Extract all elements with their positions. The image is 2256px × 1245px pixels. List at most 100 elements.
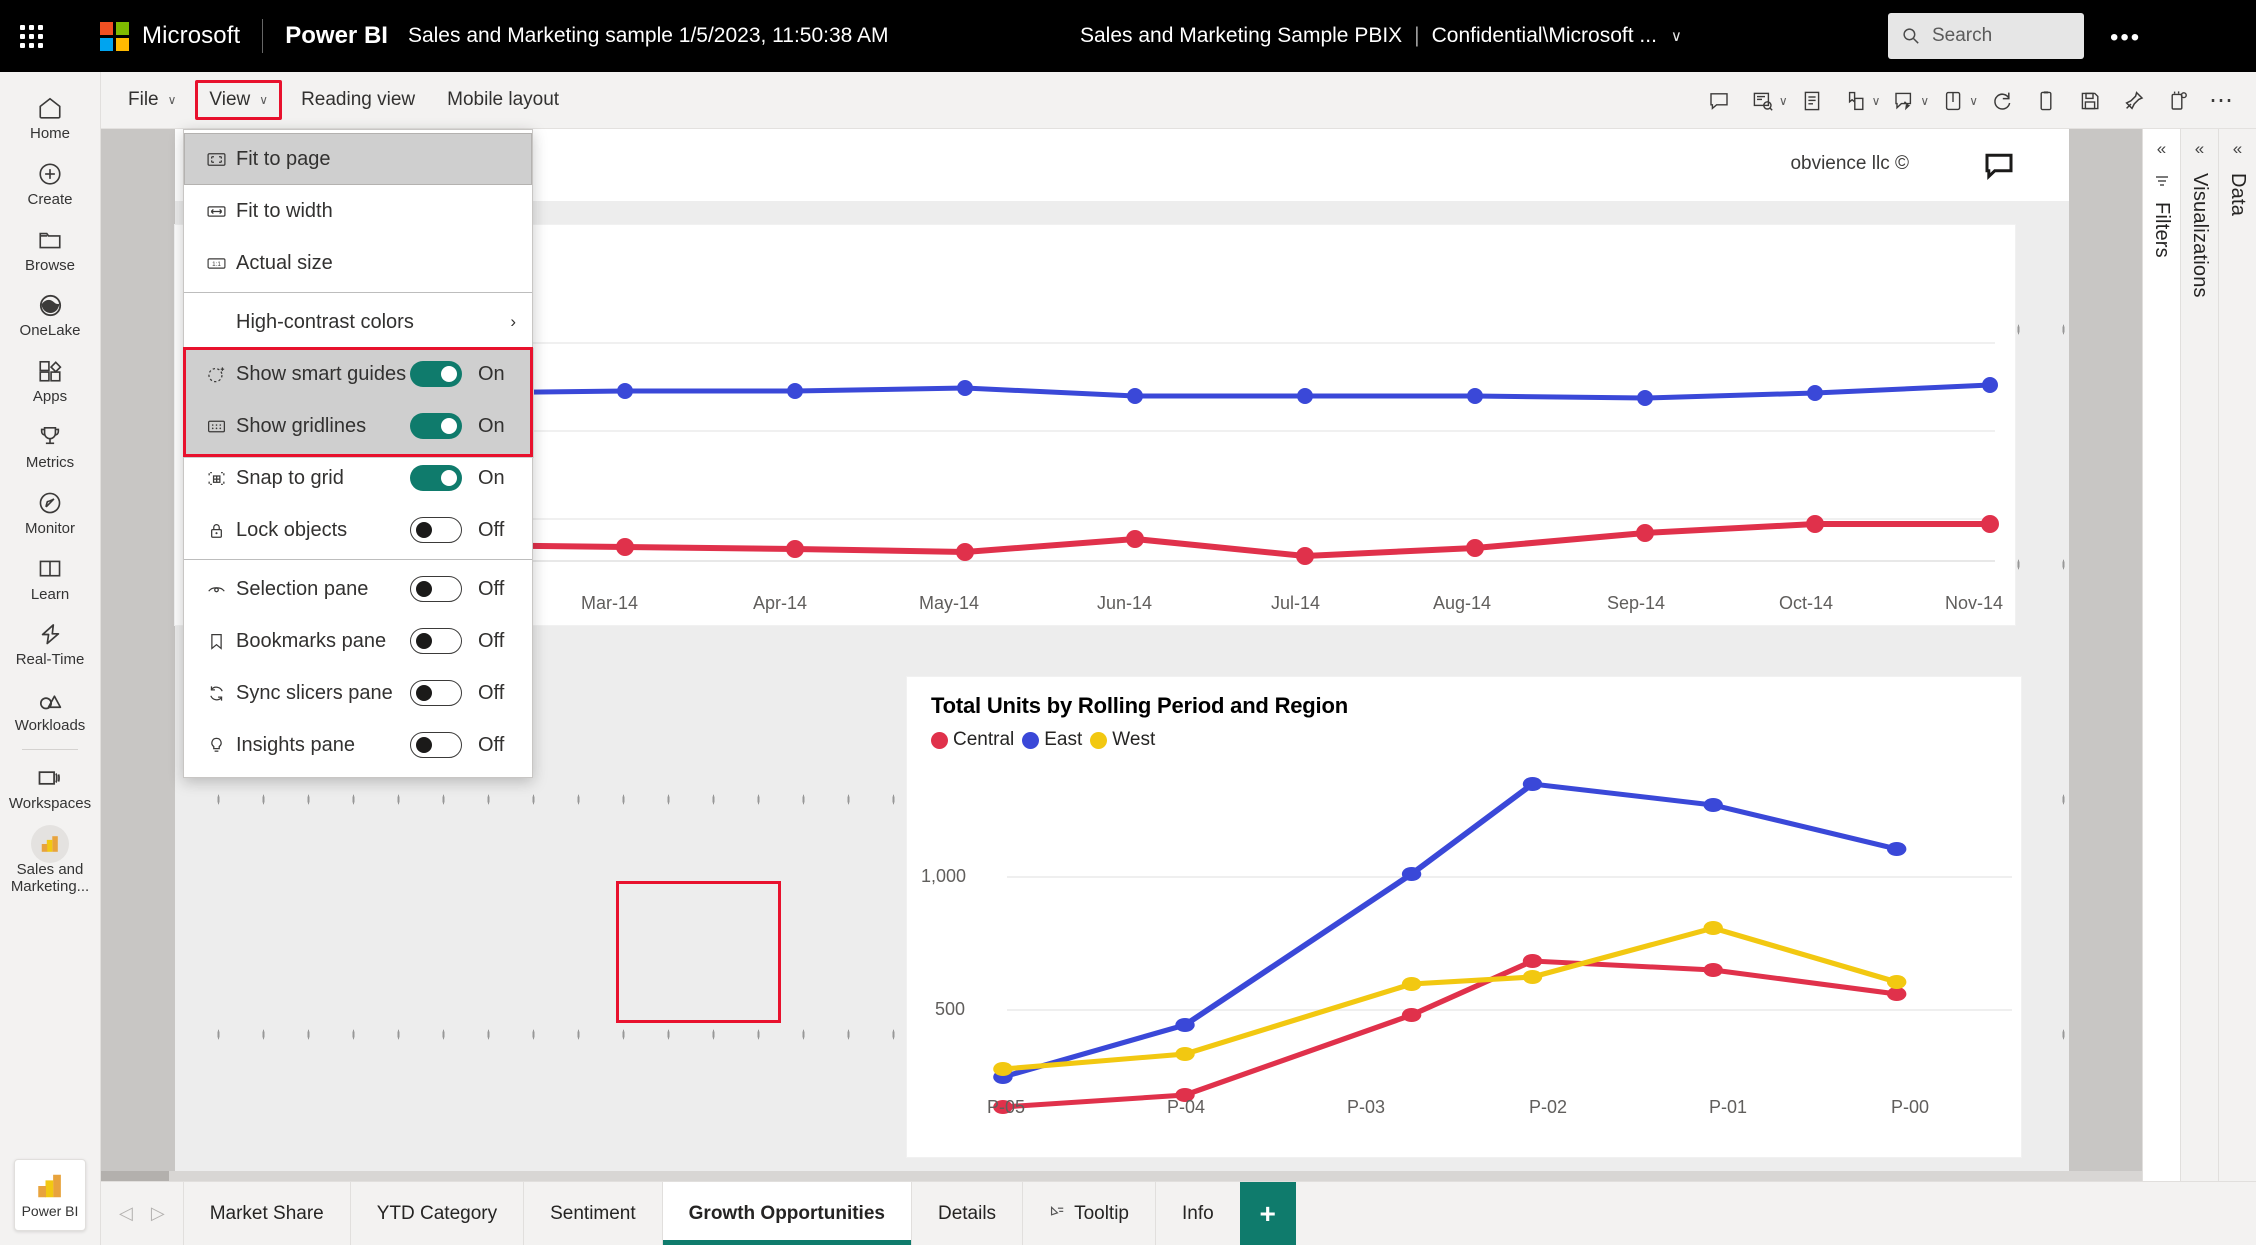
sidebar-item-sales-and-marketing[interactable]: Sales and Marketing... — [0, 820, 101, 903]
microsoft-logo[interactable]: Microsoft — [100, 21, 240, 51]
sidebar-label: Workspaces — [8, 794, 92, 812]
tab-details[interactable]: Details — [910, 1182, 1023, 1245]
filters-pane-collapsed[interactable]: « Filters — [2142, 129, 2180, 1181]
report-identity[interactable]: Sales and Marketing Sample PBIX | Confid… — [1080, 0, 1682, 72]
scrollbar-thumb[interactable] — [101, 1171, 169, 1181]
report-credit: obvience llc © — [1790, 153, 1909, 174]
x-axis-tick: Aug-14 — [1433, 593, 1492, 613]
sidebar-item-workloads[interactable]: Workloads — [0, 676, 101, 742]
sidebar-item-workspaces[interactable]: Workspaces — [0, 754, 101, 820]
tab-info[interactable]: Info — [1154, 1182, 1240, 1245]
tab-market-share[interactable]: Market Share — [182, 1182, 350, 1245]
toggle-sync-slicers-pane[interactable] — [410, 680, 462, 706]
menu-item-fit-to-width[interactable]: Fit to width — [184, 185, 532, 237]
chevron-down-icon[interactable]: ∨ — [1779, 94, 1788, 108]
teams-icon[interactable] — [2156, 79, 2200, 123]
workloads-icon — [37, 685, 64, 715]
reading-view-button[interactable]: Reading view — [288, 80, 428, 120]
workspaces-icon — [36, 763, 64, 793]
menu-item-lock-objects[interactable]: Lock objects Off — [184, 504, 532, 556]
sidebar-label: Metrics — [25, 453, 75, 471]
next-page-icon[interactable]: ▷ — [151, 1203, 165, 1224]
tab-sentiment[interactable]: Sentiment — [523, 1182, 662, 1245]
save-icon[interactable] — [2068, 79, 2112, 123]
add-page-button[interactable]: + — [1239, 1182, 1296, 1245]
powerbi-pinned-button[interactable]: Power BI — [14, 1159, 86, 1231]
folder-icon — [37, 225, 63, 255]
menu-item-snap-to-grid[interactable]: Snap to grid On — [184, 452, 532, 504]
menu-item-selection-pane[interactable]: Selection pane Off — [184, 563, 532, 615]
menu-item-actual-size[interactable]: 1:1 Actual size — [184, 237, 532, 289]
text-box-icon[interactable] — [1790, 79, 1834, 123]
ribbon-more-icon[interactable]: ⋯ — [2200, 79, 2244, 123]
book-icon — [37, 554, 63, 584]
tab-growth-opportunities[interactable]: Growth Opportunities — [661, 1182, 912, 1245]
topbar-more-icon[interactable]: ••• — [2110, 24, 2141, 52]
sidebar-label: Create — [27, 190, 73, 208]
toggle-selection-pane[interactable] — [410, 576, 462, 602]
menu-separator — [184, 292, 532, 293]
canvas-horizontal-scrollbar[interactable] — [101, 1171, 2142, 1181]
toggle-lock-objects[interactable] — [410, 517, 462, 543]
sidebar-item-real-time[interactable]: Real-Time — [0, 610, 101, 676]
menu-item-fit-to-page[interactable]: Fit to page — [184, 133, 532, 185]
sidebar-label: Learn — [30, 585, 70, 603]
bottom-line-chart — [993, 777, 2012, 1114]
prev-page-icon[interactable]: ◁ — [119, 1203, 133, 1224]
chevron-down-icon[interactable]: ∨ — [1671, 27, 1682, 45]
chevron-double-left-icon[interactable]: « — [2195, 139, 2204, 159]
tab-label: Info — [1181, 1202, 1214, 1224]
sidebar-item-learn[interactable]: Learn — [0, 545, 101, 611]
search-input[interactable]: Search — [1888, 13, 2084, 59]
menu-item-sync-slicers-pane[interactable]: Sync slicers pane Off — [184, 667, 532, 719]
menu-item-label: Insights pane — [236, 733, 355, 756]
x-axis-tick: P-00 — [1891, 1097, 1930, 1117]
menu-item-label: Snap to grid — [236, 466, 344, 489]
x-axis-tick: Apr-14 — [753, 593, 808, 613]
toggle-insights-pane[interactable] — [410, 732, 462, 758]
sidebar-item-create[interactable]: Create — [0, 150, 101, 216]
powerbi-pinned-label: Power BI — [21, 1203, 79, 1219]
sidebar-item-apps[interactable]: Apps — [0, 347, 101, 413]
report-comment-button[interactable] — [1957, 138, 2041, 193]
menu-item-high-contrast-colors[interactable]: High-contrast colors › — [184, 296, 532, 348]
app-launcher-icon[interactable] — [0, 24, 62, 48]
sidebar-item-home[interactable]: Home — [0, 84, 101, 150]
visual-tile-bottom-chart[interactable]: Total Units by Rolling Period and Region… — [907, 677, 2021, 1157]
comment-icon[interactable] — [1697, 79, 1741, 123]
toggle-show-gridlines[interactable] — [410, 413, 462, 439]
menu-item-show-smart-guides[interactable]: Show smart guides On — [184, 348, 532, 400]
tab-ytd-category[interactable]: YTD Category — [349, 1182, 524, 1245]
mobile-layout-button[interactable]: Mobile layout — [434, 80, 572, 120]
snap-to-grid-icon — [206, 468, 236, 489]
tab-label: Sentiment — [550, 1202, 636, 1224]
refresh-icon[interactable] — [1980, 79, 2024, 123]
sidebar-item-metrics[interactable]: Metrics — [0, 413, 101, 479]
data-pane-label: Data — [2227, 173, 2249, 217]
chevron-down-icon[interactable]: ∨ — [1969, 94, 1978, 108]
menu-item-show-gridlines[interactable]: Show gridlines On — [184, 400, 532, 452]
visualizations-pane-collapsed[interactable]: « Visualizations — [2180, 129, 2218, 1181]
mobile-icon[interactable] — [2024, 79, 2068, 123]
product-name[interactable]: Power BI — [285, 22, 388, 50]
toggle-bookmarks-pane[interactable] — [410, 628, 462, 654]
pin-icon[interactable] — [2112, 79, 2156, 123]
file-menu-button[interactable]: File ∨ — [115, 80, 189, 120]
sidebar-item-onelake[interactable]: OneLake — [0, 281, 101, 347]
sidebar-item-monitor[interactable]: Monitor — [0, 479, 101, 545]
view-menu-button[interactable]: View ∨ — [195, 80, 283, 120]
menu-item-label: Sync slicers pane — [236, 681, 393, 704]
data-pane-collapsed[interactable]: « Data — [2218, 129, 2256, 1181]
chevron-double-left-icon[interactable]: « — [2233, 139, 2242, 159]
toggle-show-smart-guides[interactable] — [410, 361, 462, 387]
chevron-down-icon[interactable]: ∨ — [1872, 94, 1881, 108]
toggle-snap-to-grid[interactable] — [410, 465, 462, 491]
sidebar-item-browse[interactable]: Browse — [0, 216, 101, 282]
menu-item-insights-pane[interactable]: Insights pane Off — [184, 719, 532, 771]
chevron-down-icon[interactable]: ∨ — [1920, 94, 1929, 108]
menu-item-bookmarks-pane[interactable]: Bookmarks pane Off — [184, 615, 532, 667]
tab-tooltip[interactable]: Tooltip — [1022, 1182, 1155, 1245]
tab-label: Market Share — [209, 1202, 324, 1224]
chevron-double-left-icon[interactable]: « — [2157, 139, 2166, 159]
lightbulb-icon — [206, 735, 236, 756]
